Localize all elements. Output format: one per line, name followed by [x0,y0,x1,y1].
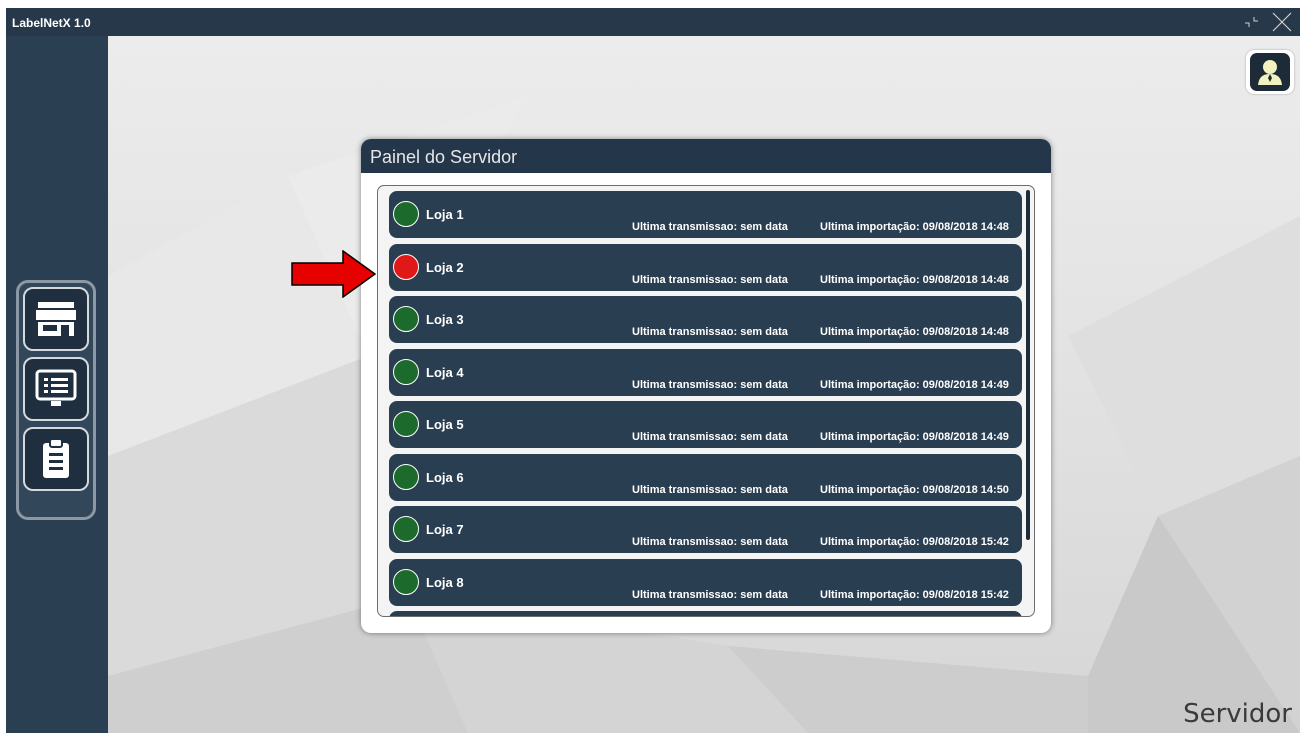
last-import: Ultima importação: 09/08/2018 14:48 [820,326,1009,338]
user-button[interactable] [1246,50,1294,94]
status-indicator-icon [393,516,419,542]
status-indicator-icon [393,411,419,437]
close-icon [1272,12,1292,32]
store-row[interactable]: Loja 7 Ultima transmissao: sem data Ultima… [389,506,1022,553]
clipboard-nav-button[interactable] [23,427,89,491]
status-indicator-icon [393,358,419,385]
user-avatar [1250,53,1290,91]
restore-icon [1245,17,1258,27]
store-name: Loja 6 [426,469,464,485]
store-name: Loja 8 [426,574,464,590]
store-name: Loja 7 [426,522,464,537]
main-area: Painel do Servidor Loja 1 Ultima transmis… [108,36,1300,733]
red-arrow-annotation [291,250,377,298]
last-import: Ultima importação: 09/08/2018 15:42 [820,588,1009,601]
last-import: Ultima importação: 09/08/2018 14:49 [820,431,1009,443]
clipboard-icon [43,438,69,478]
store-name: Loja 3 [426,312,464,327]
status-indicator-icon [393,306,419,332]
last-transmission: Ultima transmissao: sem data [632,221,788,233]
window-title: LabelNetX 1.0 [12,16,91,30]
last-transmission: Ultima transmissao: sem data [632,483,788,496]
store-row[interactable]: Loja 1 Ultima transmissao: sem data Ultima… [389,191,1022,238]
panel-header: Painel do Servidor [361,139,1051,173]
status-indicator-icon [393,568,419,595]
close-button[interactable] [1268,8,1296,36]
store-row[interactable]: Loja 6 Ultima transmissao: sem data Ultima… [389,453,1022,501]
store-list: Loja 1 Ultima transmissao: sem data Ultima… [389,191,1022,616]
app-window: LabelNetX 1.0 Painel do Servidor Loja 1 … [6,8,1300,733]
vertical-scrollbar[interactable] [1026,190,1030,540]
title-bar: LabelNetX 1.0 [6,8,1300,36]
monitor-list-icon [35,369,77,406]
store-row[interactable]: Loja 5 Ultima transmissao: sem data Ultima… [389,401,1022,448]
store-row[interactable]: Loja 2 Ultima transmissao: sem data Ultima… [389,243,1022,291]
last-transmission: Ultima transmissao: sem data [632,273,788,286]
store-icon [36,302,76,336]
server-panel: Painel do Servidor Loja 1 Ultima transmis… [361,139,1051,633]
store-name: Loja 4 [426,364,464,380]
last-transmission: Ultima transmissao: sem data [632,326,788,338]
store-row[interactable]: Loja 8 Ultima transmissao: sem data Ultima… [389,558,1022,606]
status-indicator-icon [393,253,419,280]
last-import: Ultima importação: 09/08/2018 14:48 [820,221,1009,233]
monitor-nav-button[interactable] [23,357,89,421]
last-import: Ultima importação: 09/08/2018 14:48 [820,273,1009,286]
store-list-frame: Loja 1 Ultima transmissao: sem data Ultima… [377,185,1035,617]
store-row[interactable]: Loja 4 Ultima transmissao: sem data Ultima… [389,348,1022,396]
last-import: Ultima importação: 09/08/2018 14:50 [820,483,1009,496]
store-name: Loja 2 [426,259,464,275]
store-name: Loja 5 [426,417,464,432]
user-icon [1258,60,1282,85]
last-transmission: Ultima transmissao: sem data [632,431,788,443]
store-row-partial[interactable] [389,611,1022,616]
sidebar-nav-group [16,280,96,520]
last-transmission: Ultima transmissao: sem data [632,588,788,601]
status-indicator-icon [393,201,419,227]
stores-nav-button[interactable] [23,287,89,351]
last-transmission: Ultima transmissao: sem data [632,378,788,391]
panel-title: Painel do Servidor [370,147,518,167]
store-row[interactable]: Loja 3 Ultima transmissao: sem data Ultima… [389,296,1022,343]
store-name: Loja 1 [426,207,464,222]
last-transmission: Ultima transmissao: sem data [632,536,788,548]
last-import: Ultima importação: 09/08/2018 14:49 [820,378,1009,391]
restore-button[interactable] [1238,8,1266,36]
last-import: Ultima importação: 09/08/2018 15:42 [820,536,1009,548]
sidebar [6,36,108,733]
page-label: Servidor [1183,699,1292,729]
status-indicator-icon [393,463,419,490]
